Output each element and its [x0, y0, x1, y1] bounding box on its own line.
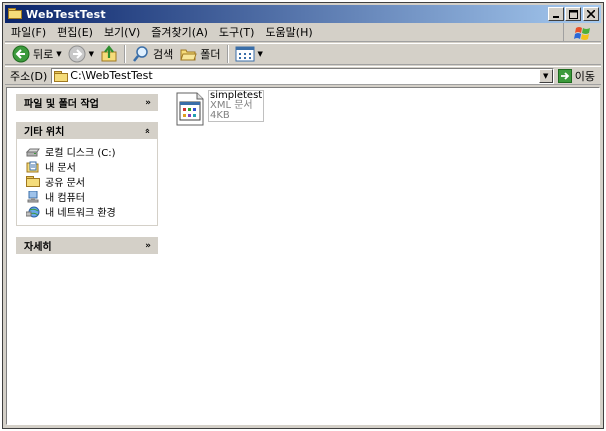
folders-icon	[180, 49, 197, 61]
close-button[interactable]	[583, 7, 599, 21]
views-icon	[235, 46, 255, 62]
menu-favorites[interactable]: 즐겨찾기(A)	[145, 24, 213, 40]
my-documents-icon	[26, 161, 40, 173]
views-button[interactable]: ▼	[232, 44, 266, 64]
forward-button[interactable]: ▼	[65, 44, 97, 64]
place-label: 내 네트워크 환경	[45, 208, 116, 219]
minimize-icon	[553, 16, 559, 18]
xml-document-icon	[176, 92, 204, 126]
menu-file[interactable]: 파일(F)	[5, 24, 51, 40]
place-label: 로컬 디스크 (C:)	[45, 148, 116, 159]
windows-logo-icon	[563, 23, 601, 42]
place-my-computer[interactable]: 내 컴퓨터	[26, 189, 157, 204]
window-title: WebTestTest	[26, 7, 106, 21]
up-folder-button[interactable]	[97, 44, 121, 64]
other-places-panel: 기타 위치 » 로컬 디스크 (C:) 내 문서 공유 문서 내 컴퓨터 내 네…	[16, 122, 158, 226]
go-label: 이동	[574, 69, 595, 83]
close-icon	[587, 10, 595, 18]
address-input[interactable]: C:\WebTestTest ▼	[51, 67, 554, 84]
address-value: C:\WebTestTest	[70, 69, 153, 82]
file-item[interactable]: simpletest XML 문서 4KB	[175, 90, 265, 126]
go-button[interactable]: 이동	[554, 68, 601, 84]
place-label: 내 컴퓨터	[45, 193, 85, 204]
chevron-up-icon[interactable]: »	[143, 128, 153, 134]
place-label: 내 문서	[45, 163, 76, 174]
minimize-button[interactable]	[548, 7, 564, 21]
address-bar: 주소(D) C:\WebTestTest ▼ 이동	[5, 66, 601, 85]
place-shared-documents[interactable]: 공유 문서	[26, 174, 157, 189]
folder-icon	[54, 70, 69, 82]
folders-label: 폴더	[200, 48, 221, 61]
toolbar-separator	[226, 45, 229, 63]
chevron-down-icon[interactable]: »	[145, 98, 151, 108]
panel-title: 파일 및 폴더 작업	[24, 99, 99, 110]
place-my-documents[interactable]: 내 문서	[26, 159, 157, 174]
menu-view[interactable]: 보기(V)	[98, 24, 145, 40]
folders-button[interactable]: 폴더	[176, 44, 223, 64]
place-label: 공유 문서	[45, 178, 85, 189]
toolbar: 뒤로 ▼ ▼ 검색 폴더 ▼	[5, 43, 601, 65]
toolbar-separator	[124, 45, 127, 63]
explorer-window: WebTestTest 파일(F) 편집(E) 보기(V) 즐겨찾기(A) 도구…	[2, 2, 604, 429]
network-icon	[25, 206, 40, 218]
task-pane: 파일 및 폴더 작업 » 기타 위치 » 로컬 디스크 (C:) 내 문서 공유…	[16, 94, 158, 265]
my-computer-icon	[26, 190, 40, 203]
menu-help[interactable]: 도움말(H)	[259, 24, 317, 40]
details-header[interactable]: 자세히 »	[16, 237, 158, 254]
title-bar[interactable]: WebTestTest	[5, 5, 601, 23]
folder-icon	[8, 8, 22, 20]
maximize-icon	[568, 9, 578, 19]
search-label: 검색	[153, 48, 174, 61]
panel-title: 기타 위치	[24, 127, 65, 138]
forward-arrow-icon	[68, 45, 86, 63]
up-folder-icon	[101, 45, 117, 62]
maximize-button[interactable]	[565, 7, 581, 21]
menu-bar: 파일(F) 편집(E) 보기(V) 즐겨찾기(A) 도구(T) 도움말(H)	[5, 23, 601, 42]
chevron-down-icon[interactable]: »	[145, 241, 151, 251]
panel-title: 자세히	[24, 242, 52, 253]
search-button[interactable]: 검색	[129, 44, 176, 64]
file-folder-tasks-panel: 파일 및 폴더 작업 »	[16, 94, 158, 111]
menu-edit[interactable]: 편집(E)	[51, 24, 98, 40]
chevron-down-icon[interactable]: ▼	[89, 50, 94, 58]
hard-drive-icon	[25, 146, 40, 158]
other-places-header[interactable]: 기타 위치 »	[16, 122, 158, 139]
content-area: 파일 및 폴더 작업 » 기타 위치 » 로컬 디스크 (C:) 내 문서 공유…	[6, 87, 600, 425]
address-label: 주소(D)	[10, 69, 48, 83]
place-my-network[interactable]: 내 네트워크 환경	[25, 204, 157, 219]
other-places-list: 로컬 디스크 (C:) 내 문서 공유 문서 내 컴퓨터 내 네트워크 환경	[16, 139, 158, 226]
menu-tools[interactable]: 도구(T)	[213, 24, 260, 40]
file-folder-tasks-header[interactable]: 파일 및 폴더 작업 »	[16, 94, 158, 111]
chevron-down-icon[interactable]: ▼	[258, 50, 263, 58]
file-label: simpletest XML 문서 4KB	[208, 90, 265, 122]
place-local-disk[interactable]: 로컬 디스크 (C:)	[25, 144, 157, 159]
back-button[interactable]: 뒤로 ▼	[9, 44, 65, 64]
back-arrow-icon	[12, 45, 30, 63]
folder-icon	[26, 175, 40, 188]
file-size: 4KB	[210, 110, 230, 121]
details-panel: 자세히 »	[16, 237, 158, 254]
chevron-down-icon[interactable]: ▼	[56, 50, 61, 58]
search-icon	[133, 46, 148, 62]
back-label: 뒤로	[33, 48, 54, 61]
address-dropdown-button[interactable]: ▼	[538, 68, 553, 83]
go-arrow-icon	[557, 68, 572, 83]
